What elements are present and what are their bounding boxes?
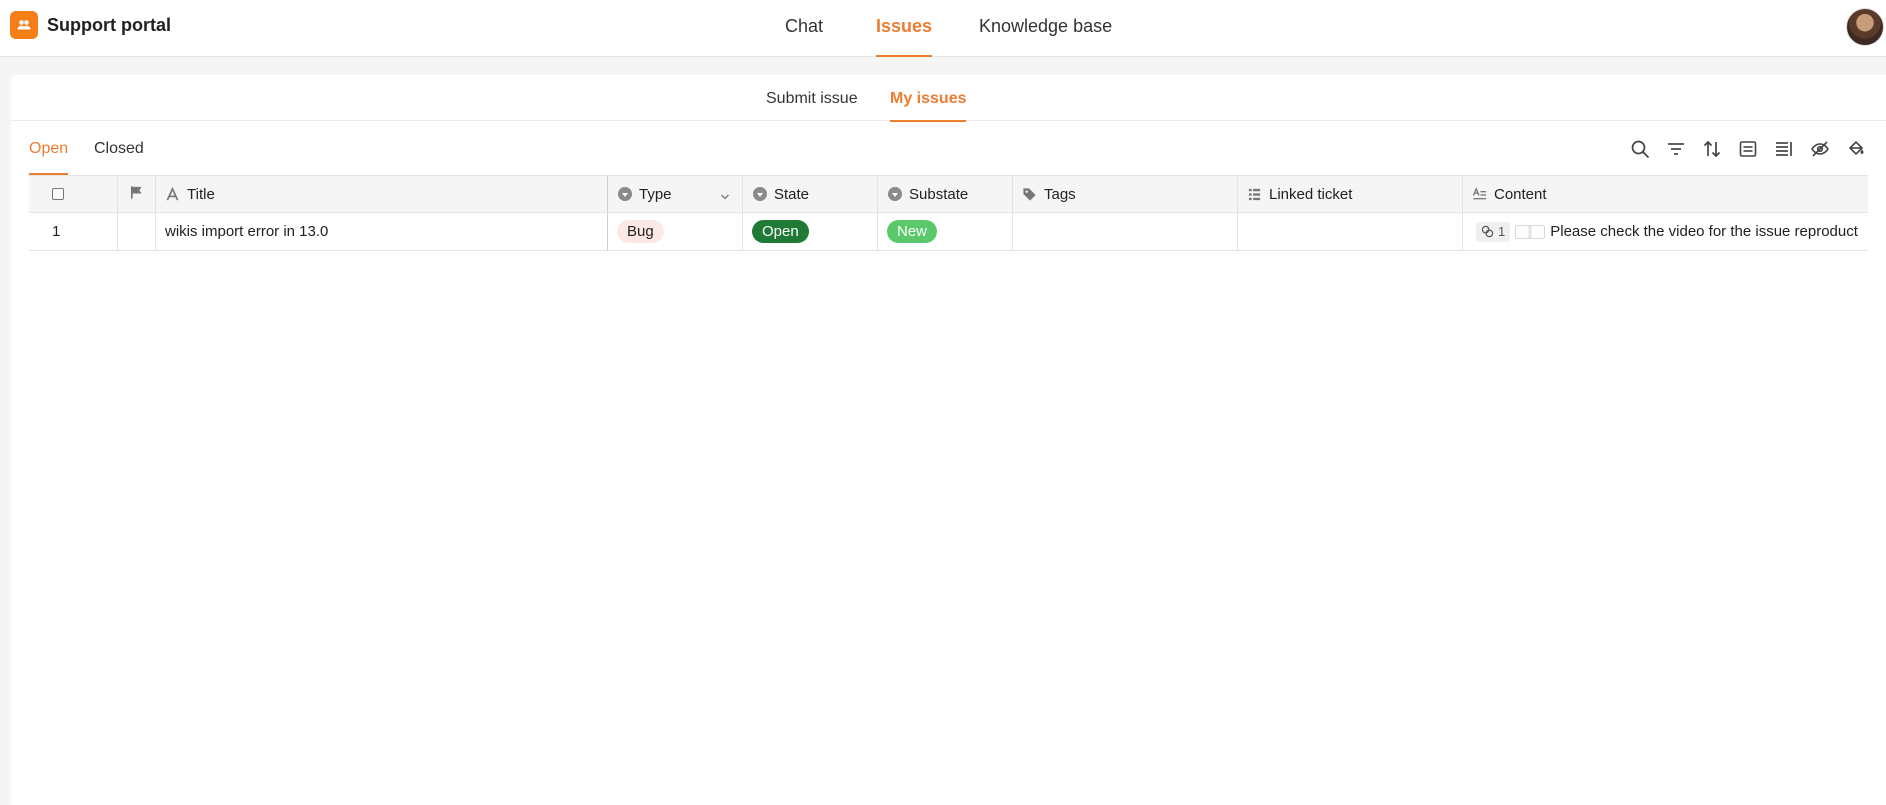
header-content-label: Content [1494, 185, 1547, 203]
header-state[interactable]: State [743, 176, 878, 212]
hide-columns-icon[interactable] [1808, 137, 1832, 161]
header-substate-label: Substate [909, 185, 969, 203]
content-preview: Please check the video for the issue rep… [1550, 223, 1858, 240]
image-thumbnail-icon[interactable] [1515, 224, 1546, 239]
state-badge: Open [752, 220, 809, 243]
search-icon[interactable] [1628, 137, 1652, 161]
comment-count-badge[interactable]: 1 [1476, 221, 1511, 242]
header-select-cell [29, 176, 118, 212]
row-linked-ticket-cell[interactable] [1238, 213, 1463, 250]
header-flag-cell [118, 176, 156, 212]
header-linked-ticket[interactable]: Linked ticket [1238, 176, 1463, 212]
row-content-cell[interactable]: 1 Please check the video for the issue r… [1463, 213, 1868, 250]
chevron-down-icon[interactable] [720, 189, 730, 200]
comment-count: 1 [1498, 224, 1506, 239]
header-state-label: State [774, 185, 810, 203]
comments-icon [1481, 225, 1494, 238]
row-number: 1 [52, 223, 61, 240]
header-type[interactable]: Type [608, 176, 743, 212]
row-tags-cell[interactable] [1013, 213, 1238, 250]
text-type-icon [165, 186, 180, 202]
row-type-cell[interactable]: Bug [608, 213, 743, 250]
header-tags-label: Tags [1044, 185, 1076, 203]
view-toolbar [1616, 137, 1868, 161]
substate-badge: New [887, 220, 938, 243]
row-substate-cell[interactable]: New [878, 213, 1013, 250]
nav-tab-knowledge-base[interactable]: Knowledge base [979, 0, 1112, 57]
single-select-icon [617, 187, 632, 202]
type-badge: Bug [617, 220, 664, 243]
brand[interactable]: Support portal [10, 11, 171, 39]
paint-bucket-icon[interactable] [1844, 137, 1868, 161]
tag-icon [1022, 187, 1037, 202]
header-content[interactable]: Content [1463, 176, 1868, 212]
sub-tab-my-issues[interactable]: My issues [890, 75, 967, 122]
users-logo-icon [10, 11, 38, 39]
sort-icon[interactable] [1700, 137, 1724, 161]
filter-tab-open[interactable]: Open [29, 135, 69, 175]
row-title-cell[interactable]: wikis import error in 13.0 [156, 213, 608, 250]
table-header-row: Title Type State Substate Tags Linked ti… [29, 176, 1868, 213]
user-avatar[interactable] [1846, 8, 1884, 46]
row-number-cell: 1 [29, 213, 118, 250]
single-select-icon [887, 187, 902, 202]
header-linked-ticket-label: Linked ticket [1269, 185, 1353, 203]
filter-tab-closed[interactable]: Closed [94, 135, 144, 175]
app-title: Support portal [47, 14, 171, 35]
sub-nav: Submit issue My issues [11, 75, 1886, 122]
issues-table: Title Type State Substate Tags Linked ti… [29, 175, 1868, 251]
issue-title: wikis import error in 13.0 [165, 223, 329, 240]
header-title-label: Title [187, 185, 215, 203]
top-bar: Support portal Chat Issues Knowledge bas… [0, 0, 1886, 57]
main-nav: Chat Issues Knowledge base [0, 0, 1886, 57]
flag-icon [129, 185, 144, 204]
group-icon[interactable] [1736, 137, 1760, 161]
content-panel: Submit issue My issues Open Closed Title… [11, 75, 1886, 805]
row-state-cell[interactable]: Open [743, 213, 878, 250]
header-substate[interactable]: Substate [878, 176, 1013, 212]
nav-tab-chat[interactable]: Chat [785, 0, 823, 57]
long-text-icon [1472, 186, 1487, 202]
sub-tab-submit-issue[interactable]: Submit issue [766, 75, 858, 121]
header-tags[interactable]: Tags [1013, 176, 1238, 212]
table-row[interactable]: 1 wikis import error in 13.0 Bug Open Ne… [29, 213, 1868, 251]
select-all-checkbox[interactable] [52, 188, 64, 200]
row-flag-cell[interactable] [118, 213, 156, 250]
filter-icon[interactable] [1664, 137, 1688, 161]
link-record-icon [1247, 187, 1262, 202]
single-select-icon [752, 187, 767, 202]
nav-tab-issues[interactable]: Issues [876, 0, 933, 57]
header-type-label: Type [639, 185, 672, 203]
header-title[interactable]: Title [156, 176, 608, 212]
row-height-icon[interactable] [1772, 137, 1796, 161]
